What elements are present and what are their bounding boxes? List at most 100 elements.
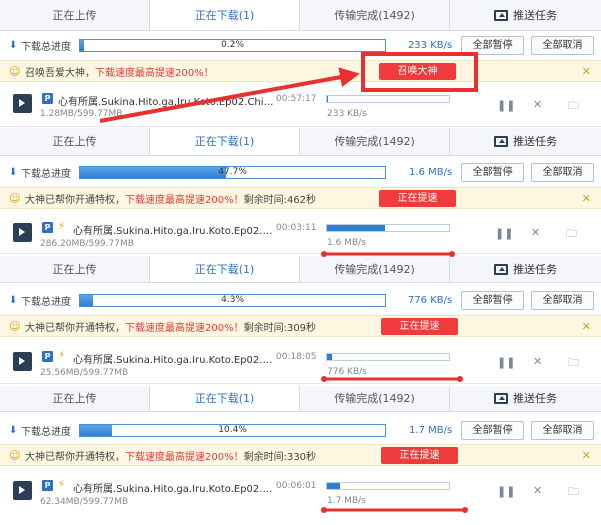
tab-uploading[interactable]: 正在上传 [0, 0, 150, 30]
lightning-icon: ⚡ [58, 221, 66, 232]
transfer-tabs: 正在上传 正在下载(1) 传输完成(1492) 推送任务 [0, 386, 601, 412]
notice-prefix: 召唤吾爱大神， [25, 67, 95, 79]
summary-label: 下载总进度 [20, 41, 71, 53]
pause-all-button[interactable]: 全部暂停 [461, 162, 525, 182]
cancel-icon[interactable]: ✕ [533, 355, 542, 368]
file-speed: 776 KB/s [327, 367, 367, 377]
smile-icon: ☺ [9, 319, 21, 333]
tab-uploading[interactable]: 正在上传 [0, 256, 150, 282]
file-name: 心有所属.Sukina.Hito.ga.Iru.Koto.Ep02.Chi_J.… [73, 484, 273, 495]
file-progress-bar [326, 224, 450, 232]
cancel-icon[interactable]: ✕ [533, 484, 542, 497]
push-task-icon [494, 263, 508, 275]
pause-icon[interactable]: ❚❚ [495, 227, 513, 240]
tab-completed[interactable]: 传输完成(1492) [300, 0, 450, 30]
download-summary: ⬇ 下载总进度 4.3% 776 KB/s 全部暂停 全部取消 [0, 289, 601, 311]
tab-downloading[interactable]: 正在下载(1) [150, 256, 300, 282]
notice-remaining: 剩余时间:309秒 [243, 322, 317, 334]
video-file-icon [13, 94, 32, 113]
tab-push-tasks[interactable]: 推送任务 [450, 128, 601, 155]
file-eta: 00:18:05 [276, 352, 317, 362]
download-arrow-icon: ⬇ [9, 424, 18, 436]
transfer-tabs: 正在上传 正在下载(1) 传输完成(1492) 推送任务 [0, 0, 601, 31]
tab-push-tasks[interactable]: 推送任务 [450, 0, 601, 30]
speedup-notice: ☺ 召唤吾爱大神，下载速度最高提速200%！ 召唤大神 ✕ [0, 60, 601, 82]
summary-speed: 1.6 MB/s [409, 166, 453, 178]
close-icon[interactable]: ✕ [582, 192, 591, 205]
smile-icon: ☺ [9, 64, 21, 78]
pause-icon[interactable]: ❚❚ [497, 356, 515, 369]
notice-prefix: 大神已帮你开通特权， [25, 194, 125, 206]
file-eta: 00:03:11 [276, 223, 317, 233]
cancel-all-button[interactable]: 全部取消 [531, 162, 594, 182]
file-progress-fill [327, 354, 333, 360]
close-icon[interactable]: ✕ [582, 449, 591, 462]
pause-icon[interactable]: ❚❚ [497, 485, 515, 498]
file-eta: 00:57:17 [276, 94, 317, 104]
notice-text: 大神已帮你开通特权，下载速度最高提速200%！剩余时间:330秒 [25, 448, 316, 463]
transfer-tabs: 正在上传 正在下载(1) 传输完成(1492) 推送任务 [0, 256, 601, 283]
cancel-icon[interactable]: ✕ [531, 226, 540, 239]
pause-all-button[interactable]: 全部暂停 [461, 35, 525, 55]
pause-all-button[interactable]: 全部暂停 [461, 290, 525, 310]
folder-icon[interactable]: 🗀 [568, 97, 579, 116]
close-icon[interactable]: ✕ [582, 65, 591, 78]
download-item[interactable]: P ⚡ 心有所属.Sukina.Hito.ga.Iru.Koto.Ep02.Ch… [0, 210, 601, 254]
speeding-up-button[interactable]: 正在提速 [381, 318, 458, 335]
speedup-notice: ☺ 大神已帮你开通特权，下载速度最高提速200%！剩余时间:330秒 正在提速 … [0, 444, 601, 466]
pause-all-button[interactable]: 全部暂停 [461, 420, 525, 440]
tab-push-tasks[interactable]: 推送任务 [450, 256, 601, 282]
pause-icon[interactable]: ❚❚ [497, 99, 515, 112]
download-item[interactable]: P 心有所属.Sukina.Hito.ga.Iru.Koto.Ep02.Chi_… [0, 83, 601, 127]
tab-downloading[interactable]: 正在下载(1) [150, 386, 300, 411]
notice-text: 大神已帮你开通特权，下载速度最高提速200%！剩余时间:462秒 [25, 191, 316, 206]
folder-icon[interactable]: 🗀 [566, 225, 577, 244]
tab-uploading[interactable]: 正在上传 [0, 128, 150, 155]
folder-icon[interactable]: 🗀 [568, 483, 579, 502]
close-icon[interactable]: ✕ [582, 320, 591, 333]
premium-icon: P [42, 480, 53, 491]
tab-completed[interactable]: 传输完成(1492) [300, 128, 450, 155]
summon-god-button[interactable]: 召唤大神 [379, 63, 456, 80]
cancel-all-button[interactable]: 全部取消 [531, 420, 594, 440]
download-arrow-icon: ⬇ [9, 39, 18, 51]
cancel-icon[interactable]: ✕ [533, 98, 542, 111]
notice-text: 召唤吾爱大神，下载速度最高提速200%！ [25, 64, 214, 79]
download-panel-4: 正在上传 正在下载(1) 传输完成(1492) 推送任务 ⬇ 下载总进度 10.… [0, 386, 601, 525]
folder-icon[interactable]: 🗀 [568, 354, 579, 373]
notice-highlight: 下载速度最高提速200%！ [125, 194, 244, 206]
download-item[interactable]: P ⚡ 心有所属.Sukina.Hito.ga.Iru.Koto.Ep02.Ch… [0, 338, 601, 384]
summary-label: 下载总进度 [20, 296, 71, 308]
summary-progress-percent: 0.2% [221, 39, 245, 50]
file-speed: 233 KB/s [327, 109, 367, 119]
summary-progress-percent: 4.3% [221, 294, 245, 305]
download-panel-3: 正在上传 正在下载(1) 传输完成(1492) 推送任务 ⬇ 下载总进度 4.3… [0, 256, 601, 386]
smile-icon: ☺ [9, 191, 21, 205]
download-item[interactable]: P ⚡ 心有所属.Sukina.Hito.ga.Iru.Koto.Ep02.Ch… [0, 467, 601, 525]
tab-uploading[interactable]: 正在上传 [0, 386, 150, 411]
speeding-up-button[interactable]: 正在提速 [379, 190, 456, 207]
download-panel-2: 正在上传 正在下载(1) 传输完成(1492) 推送任务 ⬇ 下载总进度 47.… [0, 128, 601, 256]
file-size: 25.56MB/599.77MB [40, 368, 129, 378]
summary-progress-percent: 10.4% [218, 424, 247, 435]
notice-highlight: 下载速度最高提速200%！ [95, 67, 214, 79]
video-file-icon [13, 481, 32, 500]
premium-icon: P [42, 93, 53, 104]
tab-downloading[interactable]: 正在下载(1) [150, 0, 300, 30]
tab-completed[interactable]: 传输完成(1492) [300, 256, 450, 282]
speeding-up-button[interactable]: 正在提速 [381, 447, 458, 464]
download-summary: ⬇ 下载总进度 10.4% 1.7 MB/s 全部暂停 全部取消 [0, 419, 601, 441]
tab-push-tasks[interactable]: 推送任务 [450, 386, 601, 411]
cancel-all-button[interactable]: 全部取消 [531, 35, 594, 55]
cancel-all-button[interactable]: 全部取消 [531, 290, 594, 310]
tab-downloading[interactable]: 正在下载(1) [150, 128, 300, 155]
tab-push-label: 推送任务 [513, 134, 557, 148]
transfer-tabs: 正在上传 正在下载(1) 传输完成(1492) 推送任务 [0, 128, 601, 156]
summary-speed: 1.7 MB/s [409, 424, 453, 436]
download-summary: ⬇ 下载总进度 47.7% 1.6 MB/s 全部暂停 全部取消 [0, 161, 601, 183]
file-name: 心有所属.Sukina.Hito.ga.Iru.Koto.Ep02.Chi_J.… [73, 226, 273, 237]
tab-push-label: 推送任务 [513, 8, 557, 22]
file-progress-bar [326, 482, 450, 490]
file-eta: 00:06:01 [276, 481, 317, 491]
tab-completed[interactable]: 传输完成(1492) [300, 386, 450, 411]
